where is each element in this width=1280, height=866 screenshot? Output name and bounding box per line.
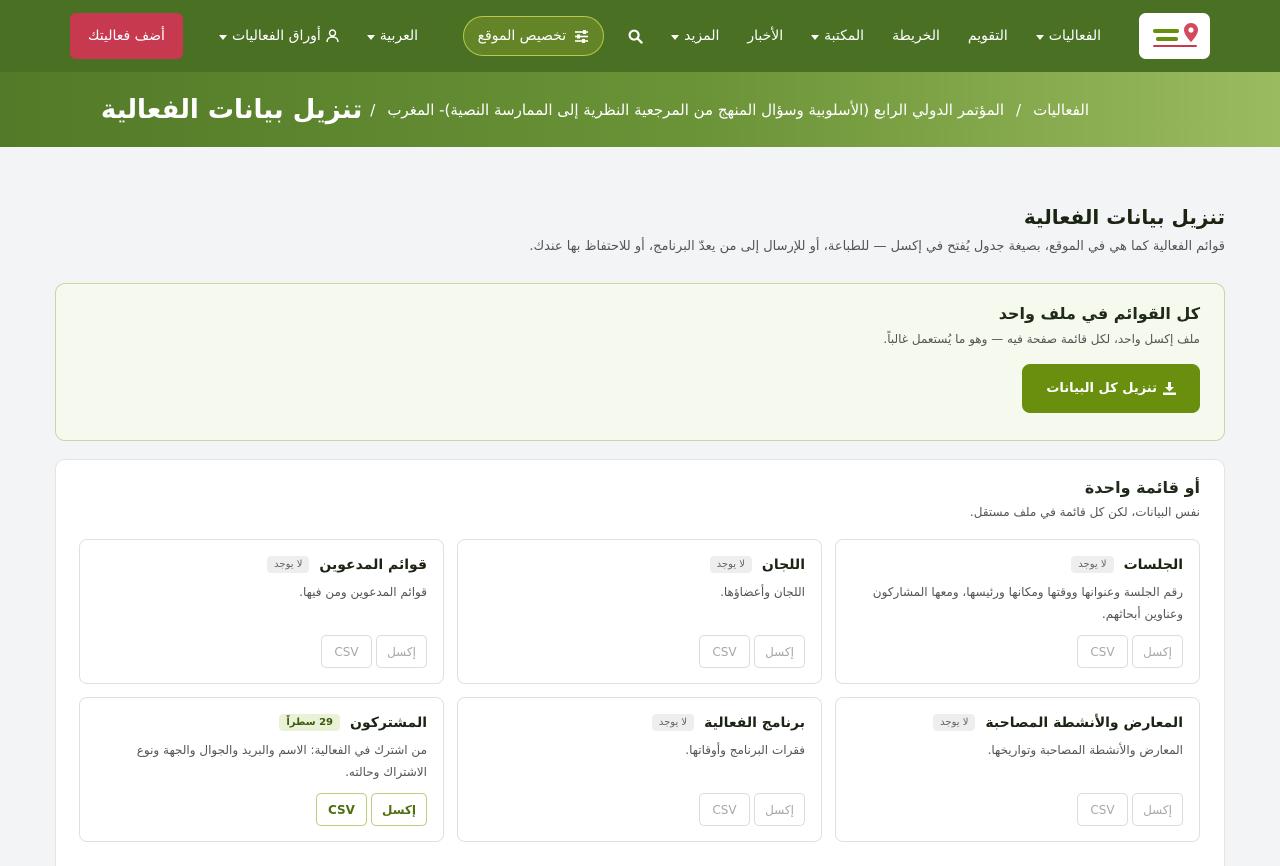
user-icon [326, 29, 339, 43]
status-badge: لا يوجد [709, 556, 752, 573]
logo-icon [1152, 23, 1198, 47]
page-title: تنزيل بيانات الفعالية [100, 94, 363, 125]
customize-site-button[interactable]: تخصيص الموقع [462, 16, 605, 56]
single-list-title: أو قائمة واحدة [1084, 478, 1200, 497]
account-menu[interactable]: أوراق الفعاليات [205, 28, 353, 44]
section-heading: تنزيل بيانات الفعالية [1023, 205, 1225, 229]
list-item-description: المعارض والأنشطة المصاحبة وتواريخها. [987, 743, 1183, 757]
breadcrumb-event-link[interactable]: المؤتمر الدولي الرابع (الأسلوبية وسؤال ا… [387, 101, 1004, 119]
csv-download-button[interactable]: CSV [1077, 635, 1128, 668]
status-badge: لا يوجد [933, 714, 976, 731]
section-description: قوائم الفعالية كما هي في الموقع، بصيغة ج… [529, 239, 1225, 254]
list-item-description: من اشترك في الفعالية: الاسم والبريد والج… [136, 743, 427, 779]
list-item-invitees: قوائم المدعوين لا يوجد قوائم المدعوين وم… [79, 539, 444, 684]
breadcrumb-separator: / [370, 100, 376, 119]
download-all-button[interactable]: تنزيل كل البيانات [1022, 364, 1200, 413]
nav-library[interactable]: المكتبة [797, 28, 878, 44]
chevron-down-icon [811, 34, 820, 40]
search-icon [628, 29, 643, 44]
list-item-name: المشتركون [350, 714, 427, 731]
all-lists-description: ملف إكسل واحد، لكل قائمة صفحة فيه — وهو … [883, 332, 1200, 346]
nav-more[interactable]: المزيد [657, 28, 733, 44]
nav-calendar[interactable]: التقويم [954, 28, 1022, 44]
download-icon [1163, 382, 1176, 395]
csv-download-button[interactable]: CSV [1077, 793, 1128, 826]
excel-download-button[interactable]: إكسل [370, 793, 427, 826]
excel-download-button[interactable]: إكسل [754, 793, 805, 826]
single-list-description: نفس البيانات، لكن كل قائمة في ملف مستقل. [969, 505, 1200, 519]
chevron-down-icon [1035, 34, 1044, 40]
status-badge: لا يوجد [1071, 556, 1114, 573]
excel-download-button[interactable]: إكسل [1132, 635, 1183, 668]
list-item-description: رقم الجلسة وعنوانها ووقتها ومكانها ورئيس… [872, 585, 1183, 621]
list-item-description: قوائم المدعوين ومن فيها. [299, 585, 427, 599]
csv-download-button[interactable]: CSV [699, 635, 750, 668]
all-lists-card: كل القوائم في ملف واحد ملف إكسل واحد، لك… [55, 283, 1225, 441]
list-item-committees: اللجان لا يوجد اللجان وأعضاؤها. إكسل CSV [457, 539, 822, 684]
add-event-button[interactable]: أضف فعاليتك [70, 13, 183, 59]
chevron-down-icon [366, 34, 375, 40]
main-content: تنزيل بيانات الفعالية قوائم الفعالية كما… [0, 147, 1280, 866]
list-item-name: قوائم المدعوين [319, 556, 427, 573]
status-badge: لا يوجد [267, 556, 310, 573]
excel-download-button[interactable]: إكسل [754, 635, 805, 668]
breadcrumb-events-link[interactable]: الفعاليات [1033, 101, 1089, 119]
sliders-icon [575, 29, 589, 43]
chevron-down-icon [218, 34, 227, 40]
nav-events[interactable]: الفعاليات [1022, 28, 1115, 44]
nav-right-group: العربية أوراق الفعاليات أضف فعاليتك [70, 13, 432, 59]
nav-news[interactable]: الأخبار [733, 28, 797, 44]
breadcrumb-band: الفعاليات / المؤتمر الدولي الرابع (الأسل… [0, 72, 1280, 147]
breadcrumb: الفعاليات / المؤتمر الدولي الرابع (الأسل… [368, 101, 1089, 119]
list-item-description: اللجان وأعضاؤها. [720, 585, 805, 599]
list-item-participants: المشتركون 29 سطراً من اشترك في الفعالية:… [79, 697, 444, 842]
breadcrumb-separator: / [1016, 100, 1022, 119]
status-badge: لا يوجد [651, 714, 695, 731]
csv-download-button[interactable]: CSV [321, 635, 372, 668]
excel-download-button[interactable]: إكسل [376, 635, 427, 668]
row-count-badge: 29 سطراً [279, 714, 341, 731]
nav-map[interactable]: الخريطة [878, 28, 954, 44]
list-item-name: المعارض والأنشطة المصاحبة [985, 714, 1183, 731]
list-item-description: فقرات البرنامج وأوقاتها. [685, 743, 805, 757]
list-item-name: الجلسات [1123, 556, 1183, 573]
language-switcher[interactable]: العربية [353, 28, 432, 44]
csv-download-button[interactable]: CSV [315, 793, 367, 826]
list-item-name: برنامج الفعالية [704, 714, 805, 731]
excel-download-button[interactable]: إكسل [1132, 793, 1183, 826]
all-lists-title: كل القوائم في ملف واحد [998, 304, 1200, 323]
list-item-exhibitions: المعارض والأنشطة المصاحبة لا يوجد المعار… [835, 697, 1200, 842]
list-item-name: اللجان [761, 556, 805, 573]
list-grid: الجلسات لا يوجد رقم الجلسة وعنوانها ووقت… [79, 539, 1200, 842]
search-button[interactable] [614, 29, 657, 44]
chevron-down-icon [671, 34, 680, 40]
list-item-sessions: الجلسات لا يوجد رقم الجلسة وعنوانها ووقت… [835, 539, 1200, 684]
list-item-program: برنامج الفعالية لا يوجد فقرات البرنامج و… [457, 697, 822, 842]
csv-download-button[interactable]: CSV [699, 793, 750, 826]
site-logo[interactable] [1139, 13, 1210, 59]
single-list-card: أو قائمة واحدة نفس البيانات، لكن كل قائم… [55, 459, 1225, 866]
main-nav: الفعاليات التقويم الخريطة المكتبة الأخبا… [657, 28, 1115, 44]
top-navbar: الفعاليات التقويم الخريطة المكتبة الأخبا… [0, 0, 1280, 72]
